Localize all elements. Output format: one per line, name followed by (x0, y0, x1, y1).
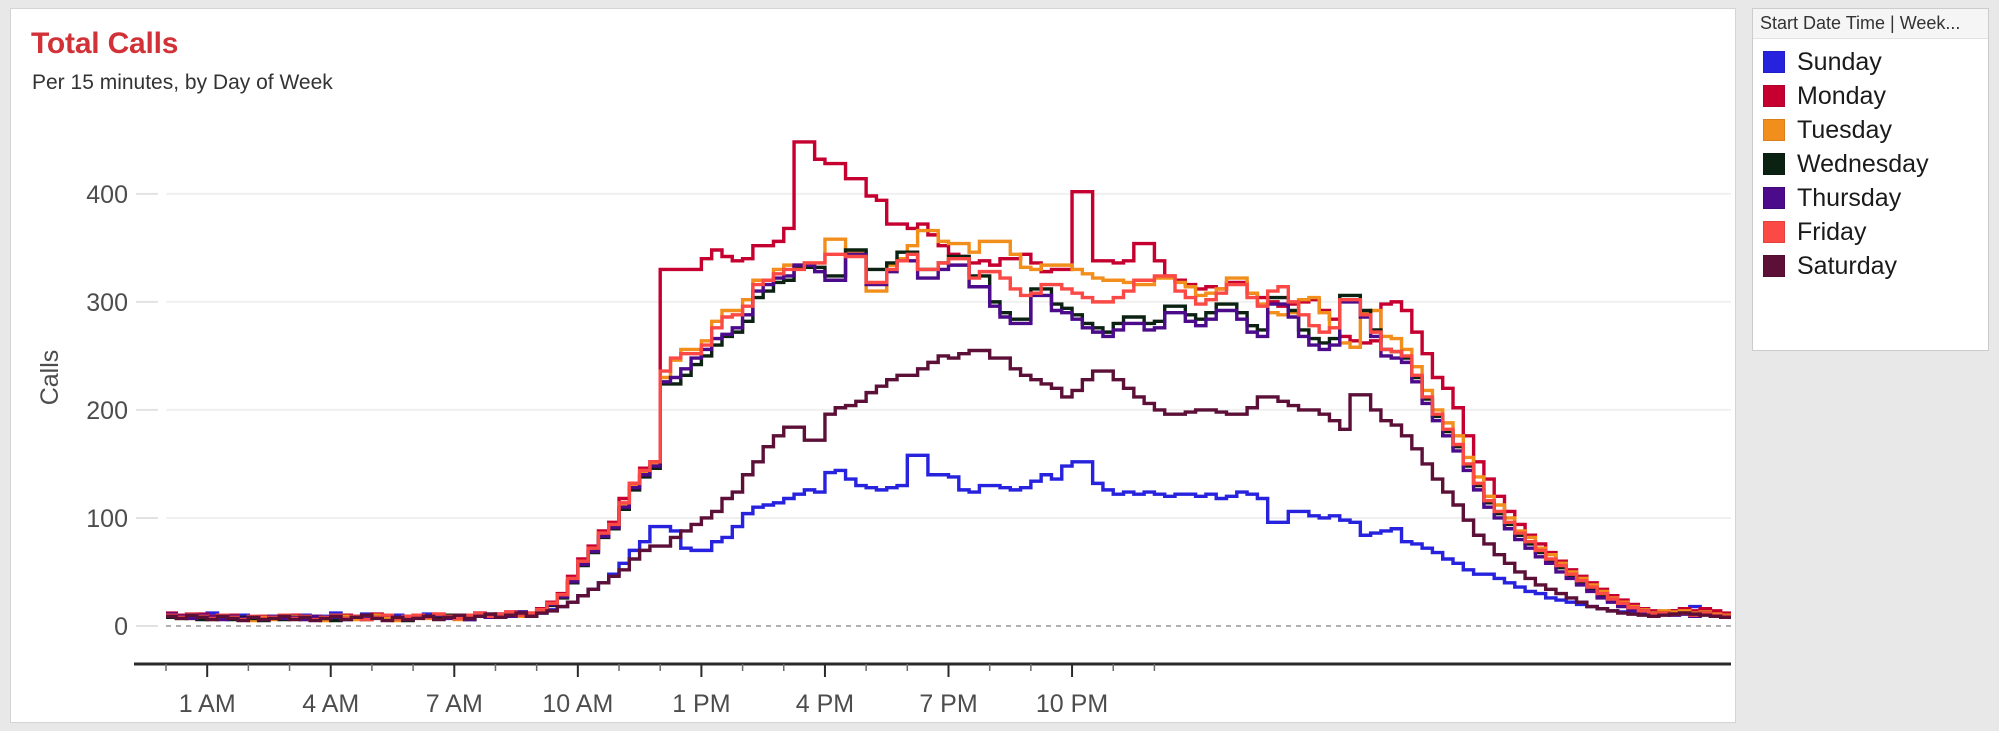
x-tick-label: 4 AM (302, 690, 359, 718)
x-tick-label: 7 PM (919, 690, 977, 718)
legend-item-label: Friday (1797, 217, 1867, 246)
legend-item-label: Monday (1797, 81, 1886, 110)
legend-item-label: Thursday (1797, 183, 1902, 212)
x-tick-label: 10 PM (1036, 690, 1108, 718)
legend-panel: Start Date Time | Week... Sunday Monday Tu… (1752, 8, 1989, 351)
series-line-wednesday[interactable] (166, 248, 1731, 623)
svg-text:Calls: Calls (36, 350, 64, 406)
series-group (166, 140, 1731, 623)
legend-color-swatch (1763, 119, 1785, 141)
svg-text:0: 0 (114, 613, 128, 641)
line-chart-plot[interactable]: 0 100 200 300 400 Calls 1 AM 4 AM 7 AM 10 AM 1 PM 4… (11, 9, 1736, 723)
series-line-thursday[interactable] (166, 252, 1731, 622)
legend-item-tuesday[interactable]: Tuesday (1763, 113, 1988, 147)
legend-color-swatch (1763, 187, 1785, 209)
legend-color-swatch (1763, 221, 1785, 243)
svg-text:300: 300 (86, 289, 128, 317)
x-tick-label: 1 PM (672, 690, 730, 718)
svg-text:200: 200 (86, 397, 128, 425)
legend-item-label: Tuesday (1797, 115, 1892, 144)
svg-text:400: 400 (86, 181, 128, 209)
y-axis-ticks: 0 100 200 300 400 (86, 181, 158, 641)
x-axis: 1 AM 4 AM 7 AM 10 AM 1 PM 4 PM 7 PM 10 PM (134, 662, 1731, 718)
series-line-monday[interactable] (166, 140, 1731, 622)
series-line-friday[interactable] (166, 252, 1731, 622)
dashboard-root: Total Calls Per 15 minutes, by Day of We… (0, 0, 1999, 731)
x-tick-label: 7 AM (426, 690, 483, 718)
legend-item-thursday[interactable]: Thursday (1763, 181, 1988, 215)
legend-color-swatch (1763, 85, 1785, 107)
legend-item-monday[interactable]: Monday (1763, 79, 1988, 113)
legend-item-sunday[interactable]: Sunday (1763, 45, 1988, 79)
legend-color-swatch (1763, 51, 1785, 73)
legend-header: Start Date Time | Week... (1753, 9, 1988, 39)
legend-title: Start Date Time | Week... (1760, 13, 1961, 33)
svg-text:100: 100 (86, 505, 128, 533)
y-axis-label: Calls (36, 350, 64, 406)
legend-item-wednesday[interactable]: Wednesday (1763, 147, 1988, 181)
legend-item-label: Saturday (1797, 251, 1898, 280)
x-tick-label: 4 PM (796, 690, 854, 718)
legend-item-saturday[interactable]: Saturday (1763, 249, 1988, 283)
legend-item-label: Wednesday (1797, 149, 1929, 178)
series-line-tuesday[interactable] (166, 228, 1731, 623)
x-tick-label: 10 AM (542, 690, 613, 718)
legend-item-list: Sunday Monday Tuesday Wednesday Thursday Frid… (1753, 39, 1988, 283)
legend-color-swatch (1763, 153, 1785, 175)
chart-panel: Total Calls Per 15 minutes, by Day of We… (10, 8, 1736, 723)
x-tick-label: 1 AM (179, 690, 236, 718)
legend-item-label: Sunday (1797, 47, 1882, 76)
series-line-sunday[interactable] (166, 453, 1731, 622)
legend-color-swatch (1763, 255, 1785, 277)
legend-item-friday[interactable]: Friday (1763, 215, 1988, 249)
